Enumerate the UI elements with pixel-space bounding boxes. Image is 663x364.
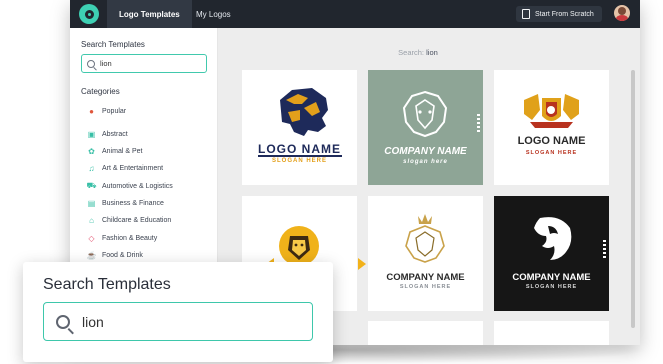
- card-1-divider: [258, 155, 342, 157]
- category-food-drink[interactable]: ☕ Food & Drink: [87, 249, 143, 261]
- tab-logo-templates[interactable]: Logo Templates: [107, 0, 192, 28]
- category-label: Art & Entertainment: [102, 164, 164, 172]
- card-6-slogan: SLOGAN HERE: [525, 284, 578, 290]
- search-icon: [87, 59, 95, 68]
- car-icon: ⛟: [86, 181, 97, 190]
- category-label: Fashion & Beauty: [102, 234, 158, 242]
- briefcase-icon: ▤: [87, 198, 96, 208]
- document-icon: [522, 9, 530, 19]
- card-2-name: COMPANY NAME: [384, 146, 467, 157]
- template-card-2[interactable]: COMPANY NAME slogan here: [368, 70, 483, 185]
- category-fashion-beauty[interactable]: ◇ Fashion & Beauty: [87, 232, 157, 244]
- category-label: Automotive & Logistics: [102, 182, 173, 190]
- template-card-6[interactable]: COMPANY NAME SLOGAN HERE: [494, 196, 609, 311]
- category-label: Abstract: [102, 130, 128, 138]
- star-icon: ●: [89, 106, 94, 116]
- callout-search-input[interactable]: lion: [43, 302, 313, 341]
- lion-crest-logo-icon: [524, 94, 579, 128]
- search-templates-heading: Search Templates: [81, 40, 145, 49]
- sidebar-search-value: lion: [100, 59, 112, 68]
- card-3-name: LOGO NAME: [517, 135, 586, 147]
- tab-my-logos[interactable]: My Logos: [184, 0, 243, 28]
- search-summary-term: lion: [426, 48, 438, 57]
- category-label: Animal & Pet: [102, 147, 143, 155]
- search-icon: [56, 314, 70, 329]
- callout-search-value: lion: [82, 313, 104, 330]
- diamond-icon: ◇: [88, 233, 95, 243]
- scrollbar[interactable]: [631, 70, 635, 328]
- template-card-8[interactable]: [494, 321, 609, 345]
- category-label: Food & Drink: [102, 251, 143, 259]
- callout-title: Search Templates: [43, 276, 171, 293]
- category-abstract[interactable]: ▣ Abstract: [87, 128, 128, 140]
- crown-lion-logo-icon: [405, 214, 445, 263]
- category-business-finance[interactable]: ▤ Business & Finance: [87, 197, 164, 209]
- template-card-1[interactable]: LOGO NAME SLOGAN HERE: [242, 70, 357, 185]
- search-summary-prefix: Search:: [398, 48, 425, 57]
- arrow-right-icon: [358, 258, 366, 270]
- category-art-entertainment[interactable]: ♫ Art & Entertainment: [87, 162, 164, 174]
- card-2-slogan: slogan here: [403, 159, 448, 165]
- category-childcare-education[interactable]: ⌂ Childcare & Education: [87, 214, 171, 226]
- card-1-name: LOGO NAME: [258, 142, 341, 156]
- card-2-edge-dots: [477, 114, 480, 134]
- search-callout: Search Templates lion: [23, 262, 333, 362]
- category-label: Childcare & Education: [102, 216, 172, 224]
- lion-outline-logo-icon: [402, 90, 448, 138]
- card-5-name: COMPANY NAME: [386, 272, 465, 283]
- card-6-edge-dots: [603, 240, 606, 260]
- category-automotive-logistics[interactable]: ⛟ Automotive & Logistics: [86, 180, 173, 192]
- sidebar-search-input[interactable]: lion: [81, 54, 207, 73]
- start-from-scratch-button[interactable]: Start From Scratch: [516, 6, 602, 22]
- category-animal-pet[interactable]: ✿ Animal & Pet: [87, 145, 142, 157]
- avatar[interactable]: [614, 5, 630, 21]
- category-popular[interactable]: ● Popular: [87, 105, 126, 117]
- top-bar: Logo Templates My Logos Start From Scrat…: [70, 0, 640, 28]
- app-logo-icon[interactable]: [79, 4, 99, 24]
- lion-head-logo-icon: [280, 88, 328, 136]
- template-card-3[interactable]: LOGO NAME SLOGAN HERE: [494, 70, 609, 185]
- category-label: Popular: [102, 107, 127, 115]
- white-lion-logo-icon: [534, 217, 572, 260]
- card-5-slogan: SLOGAN HERE: [399, 284, 452, 290]
- template-card-7[interactable]: [368, 321, 483, 345]
- paw-icon: ✿: [88, 146, 95, 156]
- stage: Logo Templates My Logos Start From Scrat…: [0, 0, 663, 364]
- card-1-slogan: SLOGAN HERE: [271, 158, 327, 164]
- search-summary: Search: lion: [218, 48, 618, 57]
- categories-heading: Categories: [81, 87, 120, 96]
- abstract-icon: ▣: [87, 129, 96, 139]
- graduation-icon: ⌂: [89, 215, 94, 225]
- template-card-5[interactable]: COMPANY NAME SLOGAN HERE: [368, 196, 483, 311]
- start-from-scratch-label: Start From Scratch: [535, 10, 594, 18]
- card-3-slogan: SLOGAN HERE: [525, 150, 578, 156]
- category-label: Business & Finance: [102, 199, 164, 207]
- card-6-name: COMPANY NAME: [512, 272, 591, 283]
- music-icon: ♫: [88, 163, 95, 173]
- food-icon: ☕: [86, 250, 97, 260]
